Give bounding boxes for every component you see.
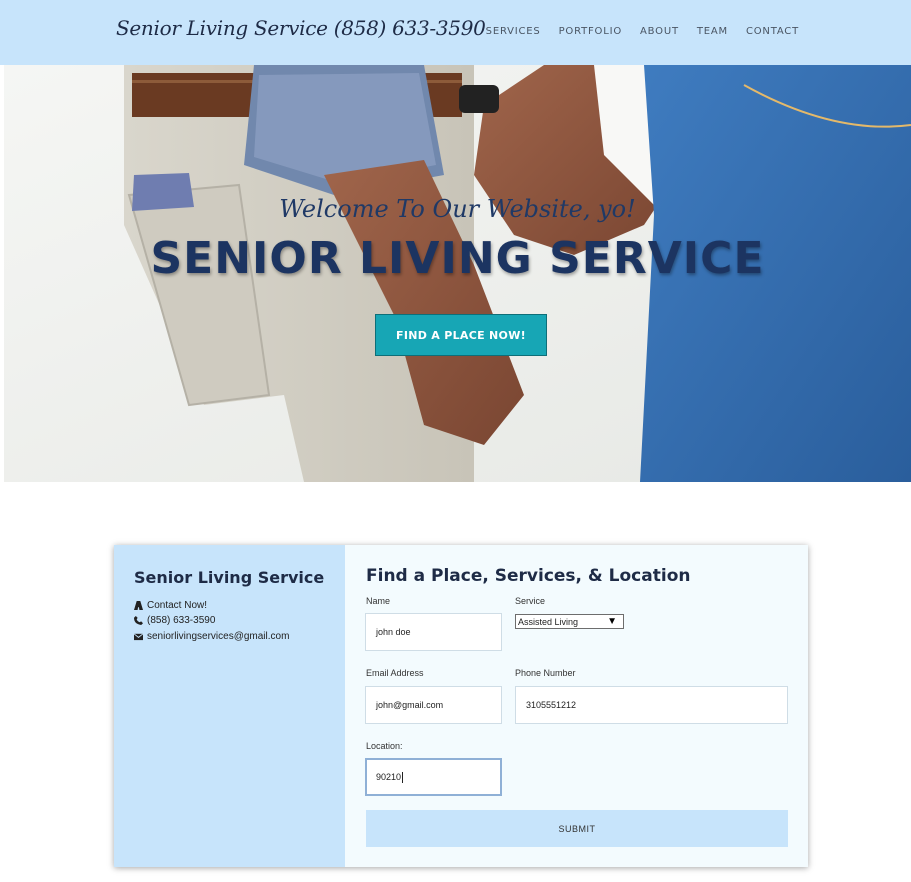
find-place-form: Find a Place, Services, & Location Name …: [345, 545, 808, 867]
hero-subtitle: Welcome To Our Website, yo!: [279, 195, 636, 223]
service-select[interactable]: Assisted Living ▼: [515, 614, 624, 629]
phone-text[interactable]: (858) 633-3590: [147, 615, 215, 626]
email-line: seniorlivingservices@gmail.com: [134, 631, 289, 642]
nav-link-team[interactable]: TEAM: [697, 26, 728, 37]
text-cursor: [402, 771, 404, 783]
find-place-button[interactable]: FIND A PLACE NOW!: [375, 314, 547, 356]
phone-input-value: 3105551212: [526, 700, 577, 710]
location-input-value: 90210: [376, 772, 402, 782]
contact-now-text: Contact Now!: [147, 600, 208, 611]
name-input[interactable]: john doe: [365, 613, 502, 651]
envelope-icon: [134, 633, 143, 641]
contact-form-card: Senior Living Service Contact Now! (858)…: [114, 545, 808, 867]
phone-line: (858) 633-3590: [134, 615, 215, 626]
contact-panel: Senior Living Service Contact Now! (858)…: [114, 545, 345, 867]
nav-menu: SERVICES PORTFOLIO ABOUT TEAM CONTACT: [486, 26, 799, 37]
contact-now-line: Contact Now!: [134, 600, 207, 611]
navbar: Senior Living Service (858) 633-3590 SER…: [0, 0, 911, 65]
name-input-value: john doe: [376, 627, 411, 637]
brand-logo[interactable]: Senior Living Service (858) 633-3590: [116, 16, 486, 40]
email-input[interactable]: john@gmail.com: [365, 686, 502, 724]
email-input-value: john@gmail.com: [376, 700, 444, 710]
phone-label: Phone Number: [515, 668, 576, 678]
nav-link-about[interactable]: ABOUT: [640, 26, 679, 37]
phone-icon: [134, 616, 143, 625]
phone-input[interactable]: 3105551212: [515, 686, 788, 724]
service-label: Service: [515, 596, 546, 606]
nav-link-portfolio[interactable]: PORTFOLIO: [559, 26, 622, 37]
nav-link-services[interactable]: SERVICES: [486, 26, 541, 37]
email-label: Email Address: [366, 668, 424, 678]
hero-title: SENIOR LIVING SERVICE: [150, 233, 765, 284]
location-input[interactable]: 90210: [365, 758, 502, 796]
road-icon: [134, 601, 143, 610]
name-label: Name: [366, 596, 391, 606]
email-text[interactable]: seniorlivingservices@gmail.com: [147, 631, 289, 642]
contact-panel-title: Senior Living Service: [134, 568, 325, 587]
service-select-value: Assisted Living: [518, 616, 579, 627]
location-label: Location:: [366, 741, 403, 751]
hero-section: Welcome To Our Website, yo! SENIOR LIVIN…: [4, 65, 911, 482]
nav-link-contact[interactable]: CONTACT: [746, 26, 799, 37]
chevron-down-icon: ▼: [607, 616, 617, 627]
form-title: Find a Place, Services, & Location: [366, 566, 691, 586]
submit-button[interactable]: SUBMIT: [366, 810, 788, 847]
